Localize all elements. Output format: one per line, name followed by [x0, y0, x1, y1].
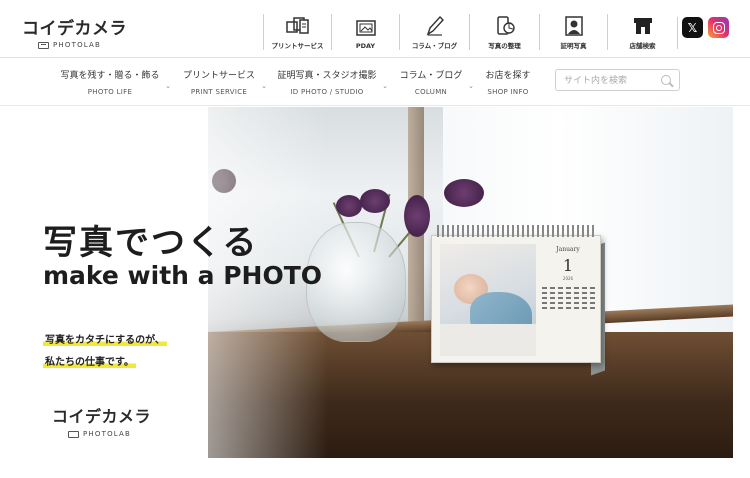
nav-item-label-en: COLUMN — [414, 88, 448, 96]
nav-item-label-ja: プリントサービス — [182, 71, 255, 81]
calendar-month: January — [556, 246, 580, 253]
pen-icon — [424, 15, 446, 37]
nav-item-label-ja: コラム・ブログ — [399, 71, 463, 81]
logo-sub-text: PHOTOLAB — [53, 41, 102, 49]
nav-item-shop-info[interactable]: お店を探す SHOP INFO — [484, 68, 532, 96]
calendar-day: 1 — [562, 256, 574, 275]
desk-calendar: January 1 2026 — [431, 225, 605, 376]
top-nav-store-search[interactable]: 店舗検索 — [607, 14, 677, 50]
top-nav-photo-organize[interactable]: 写真の整理 — [469, 14, 539, 50]
photolab-mark-icon — [38, 41, 49, 49]
top-nav-label: 店舗検索 — [629, 42, 656, 50]
site-logo[interactable]: コイデカメラ PHOTOLAB — [22, 14, 127, 49]
search-icon[interactable] — [661, 75, 671, 85]
photolab-mark-icon — [68, 430, 79, 438]
calendar-year: 2026 — [562, 276, 574, 281]
logo-sub: PHOTOLAB — [38, 41, 127, 49]
store-icon — [632, 15, 654, 37]
id-photo-icon — [563, 15, 585, 37]
top-nav-id-photo[interactable]: 証明写真 — [539, 14, 607, 50]
flower-cluster — [444, 179, 484, 207]
instagram-icon[interactable] — [708, 17, 729, 38]
logo-sub-text: PHOTOLAB — [83, 430, 132, 438]
top-nav-pday[interactable]: PDAY — [331, 14, 399, 50]
social-links: 𝕏 — [677, 17, 729, 49]
calendar-rings — [437, 225, 595, 237]
calendar-date: January 1 2026 — [540, 246, 596, 309]
calendar-grid — [540, 287, 596, 309]
logo-wordmark: コイデカメラ — [52, 407, 152, 426]
nav-item-label-en: SHOP INFO — [487, 88, 529, 96]
logo-wordmark: コイデカメラ — [22, 19, 127, 39]
nav-item-print-service[interactable]: プリントサービス PRINT SERVICE ⌄ — [182, 68, 267, 96]
calendar-page: January 1 2026 — [431, 235, 601, 363]
nav-item-label-ja: 写真を残す・贈る・飾る — [60, 71, 160, 81]
baby-photo — [440, 244, 536, 356]
top-header: コイデカメラ PHOTOLAB プリントサービス PDAY コラム・ブログ 写真… — [0, 0, 750, 58]
x-icon[interactable]: 𝕏 — [682, 17, 703, 38]
chevron-down-icon: ⌄ — [468, 82, 474, 90]
chevron-down-icon: ⌄ — [165, 82, 171, 90]
chevron-down-icon: ⌄ — [261, 82, 267, 90]
nav-item-photo-life[interactable]: 写真を残す・贈る・飾る PHOTO LIFE ⌄ — [60, 68, 171, 96]
search-input[interactable] — [564, 73, 659, 88]
hero-copy-line: 私たちの仕事です。 — [43, 357, 136, 368]
site-search — [555, 69, 680, 91]
nav-item-column[interactable]: コラム・ブログ COLUMN ⌄ — [399, 68, 474, 96]
top-nav-label: コラム・ブログ — [411, 42, 458, 50]
chevron-down-icon: ⌄ — [382, 82, 388, 90]
top-nav-label: 証明写真 — [560, 42, 587, 50]
nav-item-id-photo-studio[interactable]: 証明写真・スタジオ撮影 ID PHOTO / STUDIO ⌄ — [277, 68, 388, 96]
nav-item-label-ja: お店を探す — [485, 71, 531, 81]
flower-cluster — [360, 189, 390, 213]
hero-copy: 写真をカタチにするのが、 私たちの仕事です。 — [43, 331, 167, 375]
top-nav-label: PDAY — [355, 42, 376, 50]
top-icon-nav: プリントサービス PDAY コラム・ブログ 写真の整理 証明写真 店舗検索 — [263, 14, 677, 50]
hero-headline: 写真でつくる — [43, 223, 259, 263]
hero-logo: コイデカメラ PHOTOLAB — [52, 403, 151, 438]
main-nav: 写真を残す・贈る・飾る PHOTO LIFE ⌄ プリントサービス PRINT … — [0, 59, 750, 106]
flower-cluster — [336, 195, 362, 217]
hero-tagline: make with a PHOTO — [43, 261, 323, 290]
top-nav-label: プリントサービス — [271, 42, 324, 50]
nav-item-label-ja: 証明写真・スタジオ撮影 — [277, 71, 377, 81]
top-nav-label: 写真の整理 — [488, 42, 521, 50]
flower-cluster — [404, 195, 430, 237]
hero-copy-line: 写真をカタチにするのが、 — [43, 335, 167, 346]
top-nav-print-service[interactable]: プリントサービス — [263, 14, 331, 50]
phone-photo-icon — [494, 15, 516, 37]
nav-item-label-en: PRINT SERVICE — [190, 88, 248, 96]
nav-item-label-en: ID PHOTO / STUDIO — [290, 88, 364, 96]
photo-frame-icon — [355, 17, 377, 39]
print-icon — [285, 15, 310, 37]
logo-sub: PHOTOLAB — [68, 430, 151, 438]
nav-item-label-en: PHOTO LIFE — [87, 88, 133, 96]
top-nav-column-blog[interactable]: コラム・ブログ — [399, 14, 469, 50]
